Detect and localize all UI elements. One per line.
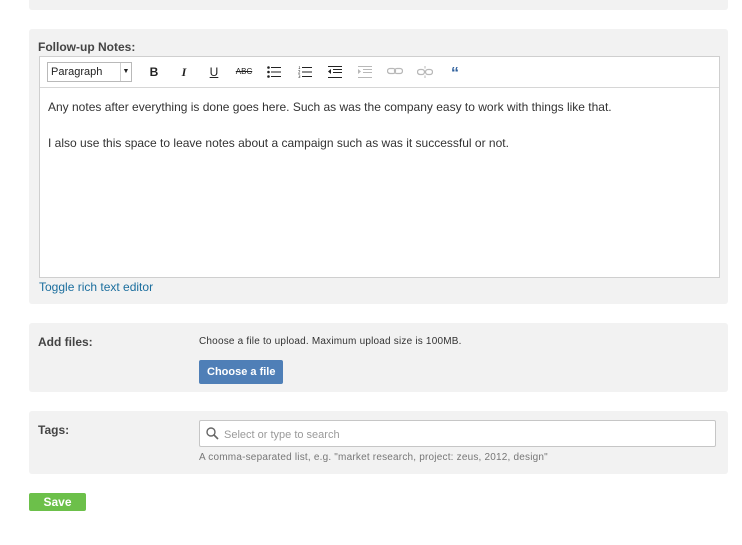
blockquote-button[interactable]: “ bbox=[445, 63, 465, 82]
follow-up-notes-section: Follow-up Notes: Paragraph ▼ B I U ABC 1 bbox=[29, 29, 728, 304]
save-button[interactable]: Save bbox=[29, 493, 86, 511]
svg-text:3: 3 bbox=[298, 74, 301, 78]
search-icon bbox=[206, 427, 219, 440]
add-files-label: Add files: bbox=[38, 335, 93, 349]
upload-help-text: Choose a file to upload. Maximum upload … bbox=[199, 336, 462, 347]
editor-content[interactable]: Any notes after everything is done goes … bbox=[40, 88, 719, 277]
indent-button[interactable] bbox=[355, 63, 375, 81]
bullet-list-button[interactable] bbox=[264, 63, 284, 81]
toggle-rich-text-editor-link[interactable]: Toggle rich text editor bbox=[39, 280, 153, 294]
format-select[interactable]: Paragraph ▼ bbox=[47, 62, 132, 82]
link-icon bbox=[387, 67, 403, 75]
strikethrough-button[interactable]: ABC bbox=[234, 63, 254, 81]
editor-toolbar: Paragraph ▼ B I U ABC 1 2 3 “ bbox=[40, 57, 719, 88]
notes-paragraph: Any notes after everything is done goes … bbox=[48, 100, 612, 114]
tags-help-text: A comma-separated list, e.g. "market res… bbox=[199, 452, 548, 463]
insert-link-button[interactable] bbox=[385, 63, 405, 81]
outdent-icon bbox=[328, 66, 342, 78]
follow-up-notes-label: Follow-up Notes: bbox=[38, 40, 136, 54]
italic-button[interactable]: I bbox=[174, 63, 194, 81]
outdent-button[interactable] bbox=[325, 63, 345, 81]
tags-input[interactable] bbox=[222, 424, 706, 445]
tags-label: Tags: bbox=[38, 423, 70, 437]
remove-link-button[interactable] bbox=[415, 63, 435, 81]
indent-icon bbox=[358, 66, 372, 78]
chevron-down-icon: ▼ bbox=[120, 63, 131, 81]
numbered-list-icon: 1 2 3 bbox=[298, 66, 312, 78]
unlink-icon bbox=[417, 66, 433, 78]
numbered-list-button[interactable]: 1 2 3 bbox=[295, 63, 315, 81]
add-files-section: Add files: Choose a file to upload. Maxi… bbox=[29, 323, 728, 392]
choose-file-button[interactable]: Choose a file bbox=[199, 360, 284, 384]
tags-search-box[interactable] bbox=[199, 420, 716, 447]
rich-text-editor: Paragraph ▼ B I U ABC 1 2 3 “ Any notes … bbox=[39, 56, 720, 278]
bullet-list-icon bbox=[267, 66, 281, 78]
format-select-value: Paragraph bbox=[51, 66, 103, 78]
bold-button[interactable]: B bbox=[144, 63, 164, 81]
underline-button[interactable]: U bbox=[204, 63, 224, 81]
previous-section-panel bbox=[29, 0, 728, 10]
tags-section: Tags: A comma-separated list, e.g. "mark… bbox=[29, 411, 728, 474]
notes-paragraph: I also use this space to leave notes abo… bbox=[48, 136, 509, 150]
